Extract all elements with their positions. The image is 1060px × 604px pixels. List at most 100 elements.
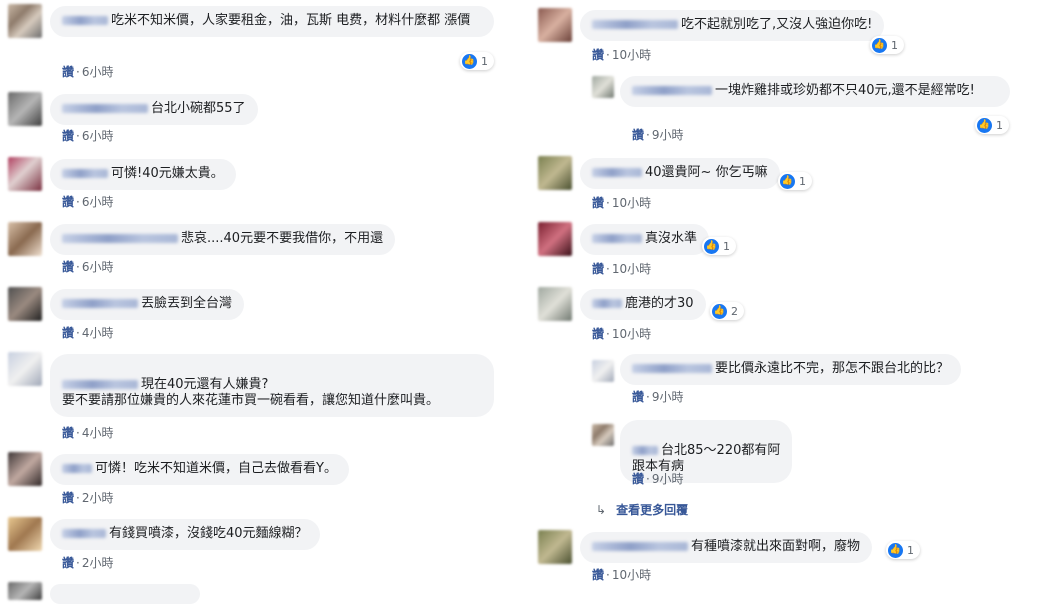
comment-meta: 讚 · 10小時: [592, 327, 652, 341]
like-link[interactable]: 讚: [592, 48, 604, 62]
like-link[interactable]: 讚: [592, 568, 604, 582]
avatar[interactable]: [8, 452, 42, 486]
like-link[interactable]: 讚: [592, 262, 604, 276]
comment-meta: 讚 · 10小時: [592, 48, 652, 62]
timestamp[interactable]: 6小時: [82, 260, 114, 274]
like-link[interactable]: 讚: [592, 196, 604, 210]
comment-text: 台北小碗都55了: [151, 101, 246, 116]
timestamp[interactable]: 4小時: [82, 326, 114, 340]
commenter-name[interactable]: [62, 104, 148, 113]
comment-bubble: 悲哀....40元要不要我借你，不用還: [50, 224, 396, 255]
avatar[interactable]: [8, 92, 42, 126]
like-thumb-icon: 👍: [704, 238, 719, 254]
reaction-count[interactable]: 👍 1: [778, 172, 812, 190]
avatar[interactable]: [538, 8, 572, 42]
avatar[interactable]: [538, 287, 572, 321]
comment-text: 鹿港的才30: [625, 296, 694, 311]
avatar[interactable]: [8, 287, 42, 321]
commenter-name[interactable]: [592, 542, 688, 551]
timestamp[interactable]: 9小時: [652, 128, 684, 142]
comment-text: 悲哀....40元要不要我借你，不用還: [181, 231, 384, 246]
timestamp[interactable]: 10小時: [612, 327, 651, 341]
commenter-name[interactable]: [62, 169, 108, 178]
like-link[interactable]: 讚: [632, 128, 644, 142]
reaction-count[interactable]: 👍 1: [460, 52, 494, 70]
reaction-count[interactable]: 👍 1: [975, 116, 1009, 134]
comment-bubble: 丟臉丟到全台灣: [50, 289, 245, 320]
like-link[interactable]: 讚: [632, 472, 644, 486]
timestamp[interactable]: 9小時: [652, 390, 684, 404]
timestamp[interactable]: 4小時: [82, 426, 114, 440]
comment-meta: 讚 · 9小時: [632, 390, 684, 404]
timestamp[interactable]: 10小時: [612, 568, 651, 582]
reaction-count[interactable]: 👍 1: [886, 541, 920, 559]
commenter-name[interactable]: [62, 234, 178, 243]
commenter-name[interactable]: [62, 529, 106, 538]
commenter-name[interactable]: [62, 16, 108, 25]
commenter-name[interactable]: [592, 234, 642, 243]
comment-bubble: 有種噴漆就出來面對啊，廢物: [580, 532, 873, 563]
timestamp[interactable]: 6小時: [82, 65, 114, 79]
avatar[interactable]: [592, 76, 614, 98]
avatar[interactable]: [538, 530, 572, 564]
comment-text: 一塊炸雞排或珍奶都不只40元,還不是經常吃!: [715, 83, 975, 98]
comment-bubble: 40還貴阿~ 你乞丐嘛: [580, 158, 780, 189]
avatar[interactable]: [8, 222, 42, 256]
comment-bubble: [50, 584, 200, 604]
timestamp[interactable]: 2小時: [82, 491, 114, 505]
avatar[interactable]: [8, 352, 42, 386]
commenter-name[interactable]: [592, 299, 622, 308]
like-link[interactable]: 讚: [62, 129, 74, 143]
avatar[interactable]: [538, 156, 572, 190]
commenter-name[interactable]: [592, 168, 642, 177]
like-link[interactable]: 讚: [62, 260, 74, 274]
reaction-count[interactable]: 👍 1: [870, 36, 904, 54]
avatar[interactable]: [538, 222, 572, 256]
avatar[interactable]: [592, 424, 614, 446]
comment-text: 要比價永遠比不完，那怎不跟台北的比？: [715, 361, 950, 376]
comment-text: 丟臉丟到全台灣: [141, 296, 233, 311]
like-link[interactable]: 讚: [62, 426, 74, 440]
like-link[interactable]: 讚: [62, 556, 74, 570]
reaction-count[interactable]: 👍 1: [702, 237, 736, 255]
like-link[interactable]: 讚: [592, 327, 604, 341]
comment-bubble: 真沒水準: [580, 224, 710, 255]
commenter-name[interactable]: [632, 364, 712, 373]
comment-meta: 讚 · 4小時: [62, 426, 114, 440]
comment: 吃米不知米價，人家要租金，油，瓦斯 电费，材料什麼都 漲價 👍 1 讚 · 6小時: [0, 0, 520, 82]
timestamp[interactable]: 6小時: [82, 129, 114, 143]
comment-bubble: 現在40元還有人嫌貴? 要不要請那位嫌貴的人來花蓮市買一碗看看，讓您知道什麼叫貴…: [50, 354, 494, 417]
comment-bubble: 吃米不知米價，人家要租金，油，瓦斯 电费，材料什麼都 漲價: [50, 6, 494, 37]
comment-bubble: 台北小碗都55了: [50, 94, 258, 125]
timestamp[interactable]: 10小時: [612, 262, 651, 276]
timestamp[interactable]: 2小時: [82, 556, 114, 570]
comment-text: 真沒水準: [645, 231, 698, 246]
like-thumb-icon: 👍: [872, 37, 887, 53]
comment-bubble: 有錢買噴漆，沒錢吃40元麵線糊？: [50, 519, 320, 550]
timestamp[interactable]: 10小時: [612, 196, 651, 210]
reaction-count[interactable]: 👍 2: [710, 302, 744, 320]
commenter-name[interactable]: [592, 20, 678, 29]
commenter-name[interactable]: [632, 86, 712, 95]
commenter-name[interactable]: [62, 380, 138, 389]
view-more-replies[interactable]: ↳ 查看更多回覆: [596, 501, 688, 518]
avatar[interactable]: [8, 4, 42, 38]
comment-meta: 讚 · 10小時: [592, 568, 652, 582]
avatar[interactable]: [8, 157, 42, 191]
commenter-name[interactable]: [632, 446, 658, 455]
like-link[interactable]: 讚: [62, 326, 74, 340]
like-link[interactable]: 讚: [632, 390, 644, 404]
timestamp[interactable]: 10小時: [612, 48, 651, 62]
commenter-name[interactable]: [62, 299, 138, 308]
comment-meta: 讚 · 4小時: [62, 326, 114, 340]
avatar[interactable]: [8, 517, 42, 551]
comment-text: 可憐！吃米不知道米價，自己去做看看Y。: [95, 461, 337, 476]
like-link[interactable]: 讚: [62, 195, 74, 209]
avatar[interactable]: [8, 582, 42, 600]
avatar[interactable]: [592, 360, 614, 382]
like-link[interactable]: 讚: [62, 65, 74, 79]
like-link[interactable]: 讚: [62, 491, 74, 505]
timestamp[interactable]: 9小時: [652, 472, 684, 486]
commenter-name[interactable]: [62, 464, 92, 473]
timestamp[interactable]: 6小時: [82, 195, 114, 209]
